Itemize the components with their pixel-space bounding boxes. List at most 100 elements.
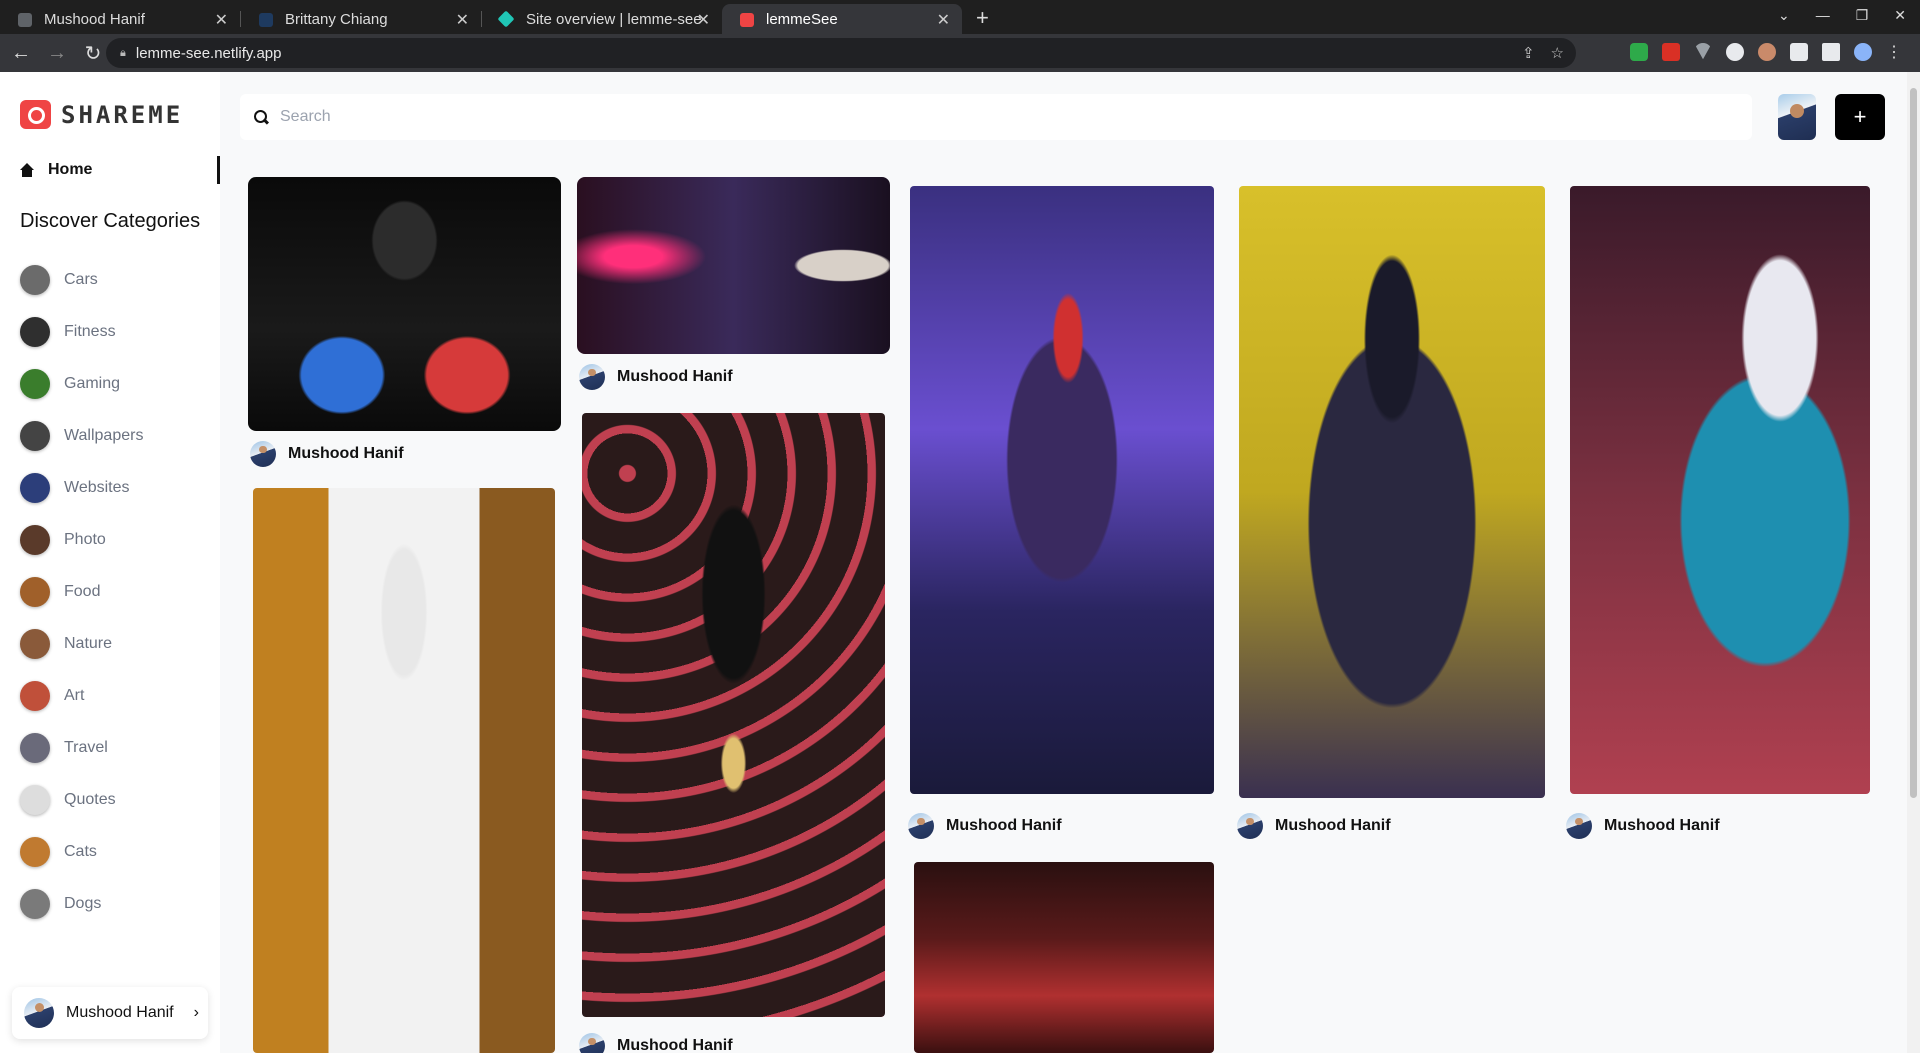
circle-extension-icon[interactable]: [1726, 43, 1744, 61]
address-bar[interactable]: 🔒︎ lemme-see.netlify.app ⇪ ☆: [106, 38, 1576, 68]
sidebar-item-food[interactable]: Food: [20, 566, 143, 618]
pin-image[interactable]: [1570, 186, 1870, 794]
sidebar-item-cats[interactable]: Cats: [20, 826, 143, 878]
browser-tab[interactable]: Mushood Hanif ✕: [0, 4, 240, 34]
pin-image[interactable]: [582, 413, 885, 1017]
category-thumbnail: [20, 317, 50, 347]
sidebar-item-websites[interactable]: Websites: [20, 462, 143, 514]
sidebar-item-dogs[interactable]: Dogs: [20, 878, 143, 930]
sidebar-item-label: Nature: [64, 635, 113, 652]
sidebar-item-home[interactable]: Home: [20, 156, 220, 184]
share-icon[interactable]: ⇪: [1522, 44, 1535, 62]
sidebar-item-label: Wallpapers: [64, 427, 144, 444]
new-tab-button[interactable]: +: [962, 5, 1003, 34]
tab-favicon-icon: [497, 10, 515, 28]
sidebar-item-gaming[interactable]: Gaming: [20, 358, 143, 410]
back-icon[interactable]: ←: [6, 42, 36, 65]
category-thumbnail: [20, 473, 50, 503]
sidebar-item-label: Fitness: [64, 323, 116, 340]
sidebar-item-label: Dogs: [64, 895, 102, 912]
category-thumbnail: [20, 785, 50, 815]
close-icon[interactable]: ✕: [215, 10, 228, 30]
sidebar-item-label: Cats: [64, 843, 97, 860]
user-profile-card[interactable]: Mushood Hanif ›: [12, 987, 208, 1039]
sidebar-item-art[interactable]: Art: [20, 670, 143, 722]
sidebar-item-photo[interactable]: Photo: [20, 514, 143, 566]
pin-author-name: Mushood Hanif: [288, 445, 404, 462]
bookmark-star-icon[interactable]: ☆: [1551, 44, 1564, 62]
close-icon[interactable]: ✕: [697, 10, 710, 30]
pin-image[interactable]: [253, 488, 555, 1053]
vue-extension-icon[interactable]: [1694, 43, 1712, 60]
browser-tab[interactable]: Brittany Chiang ✕: [241, 4, 481, 34]
forward-icon[interactable]: →: [42, 42, 72, 65]
chevron-right-icon: ›: [193, 1004, 199, 1021]
reload-icon[interactable]: ↻: [78, 41, 108, 66]
pin-author[interactable]: Mushood Hanif: [1237, 810, 1391, 842]
maximize-icon[interactable]: ❐: [1856, 7, 1869, 24]
tab-search-icon[interactable]: ⌄: [1778, 7, 1790, 24]
sidebar-item-label: Home: [48, 161, 93, 178]
pin-author-name: Mushood Hanif: [1275, 817, 1391, 834]
sidebar-item-label: Travel: [64, 739, 108, 756]
sidebar-item-label: Websites: [64, 479, 130, 496]
profile-avatar[interactable]: [1854, 43, 1872, 61]
tab-title: lemmeSee: [766, 10, 838, 28]
pin-author[interactable]: Mushood Hanif: [250, 438, 404, 470]
gmail-extension-icon[interactable]: [1662, 43, 1680, 61]
sidebar-item-label: Photo: [64, 531, 106, 548]
sidebar: SHAREME Home Discover Categories Cars Fi…: [0, 72, 220, 1053]
scrollbar-thumb[interactable]: [1910, 88, 1917, 798]
face-extension-icon[interactable]: [1758, 43, 1776, 61]
close-icon[interactable]: ✕: [937, 10, 950, 30]
pin-author-name: Mushood Hanif: [617, 368, 733, 385]
browser-tab-active[interactable]: lemmeSee ✕: [722, 4, 962, 34]
pin-author[interactable]: Mushood Hanif: [1566, 810, 1720, 842]
avatar: [24, 998, 54, 1028]
browser-tab[interactable]: Site overview | lemme-see ✕: [482, 4, 722, 34]
pin-author[interactable]: Mushood Hanif: [579, 1030, 733, 1053]
pin-image[interactable]: [914, 862, 1214, 1053]
sidebar-item-travel[interactable]: Travel: [20, 722, 143, 774]
url-text: lemme-see.netlify.app: [135, 44, 282, 62]
shield-extension-icon[interactable]: [1630, 43, 1648, 61]
pin-author-name: Mushood Hanif: [617, 1037, 733, 1053]
avatar: [250, 441, 276, 467]
pin-author[interactable]: Mushood Hanif: [579, 361, 733, 393]
categories-heading: Discover Categories: [20, 210, 201, 232]
category-thumbnail: [20, 525, 50, 555]
user-avatar-button[interactable]: [1778, 94, 1816, 140]
search-bar[interactable]: Search: [240, 94, 1752, 140]
sidepanel-icon[interactable]: [1822, 43, 1840, 61]
pin-image[interactable]: [248, 177, 561, 431]
sidebar-item-wallpapers[interactable]: Wallpapers: [20, 410, 143, 462]
lock-icon[interactable]: 🔒︎: [120, 47, 126, 60]
sidebar-item-cars[interactable]: Cars: [20, 254, 143, 306]
category-thumbnail: [20, 837, 50, 867]
pin-author[interactable]: Mushood Hanif: [908, 810, 1062, 842]
home-icon: [20, 163, 34, 177]
sidebar-item-quotes[interactable]: Quotes: [20, 774, 143, 826]
add-pin-button[interactable]: +: [1835, 94, 1885, 140]
tab-favicon-icon: [18, 13, 32, 27]
pin-image[interactable]: [577, 177, 890, 354]
close-window-icon[interactable]: ✕: [1894, 7, 1906, 24]
tab-favicon-icon: [259, 13, 273, 27]
window-controls: ⌄ — ❐ ✕: [1778, 7, 1906, 24]
pin-image[interactable]: [910, 186, 1214, 794]
category-thumbnail: [20, 681, 50, 711]
search-input[interactable]: Search: [280, 108, 331, 126]
page-scrollbar[interactable]: [1907, 72, 1920, 1053]
sidebar-item-nature[interactable]: Nature: [20, 618, 143, 670]
puzzle-extensions-icon[interactable]: [1790, 43, 1808, 61]
logo[interactable]: SHAREME: [20, 100, 183, 129]
sidebar-item-label: Art: [64, 687, 85, 704]
sidebar-item-fitness[interactable]: Fitness: [20, 306, 143, 358]
pin-author-name: Mushood Hanif: [946, 817, 1062, 834]
close-icon[interactable]: ✕: [456, 10, 469, 30]
category-thumbnail: [20, 421, 50, 451]
minimize-icon[interactable]: —: [1816, 7, 1830, 24]
browser-menu-icon[interactable]: ⋮: [1886, 42, 1902, 62]
avatar: [579, 364, 605, 390]
pin-image[interactable]: [1239, 186, 1545, 798]
